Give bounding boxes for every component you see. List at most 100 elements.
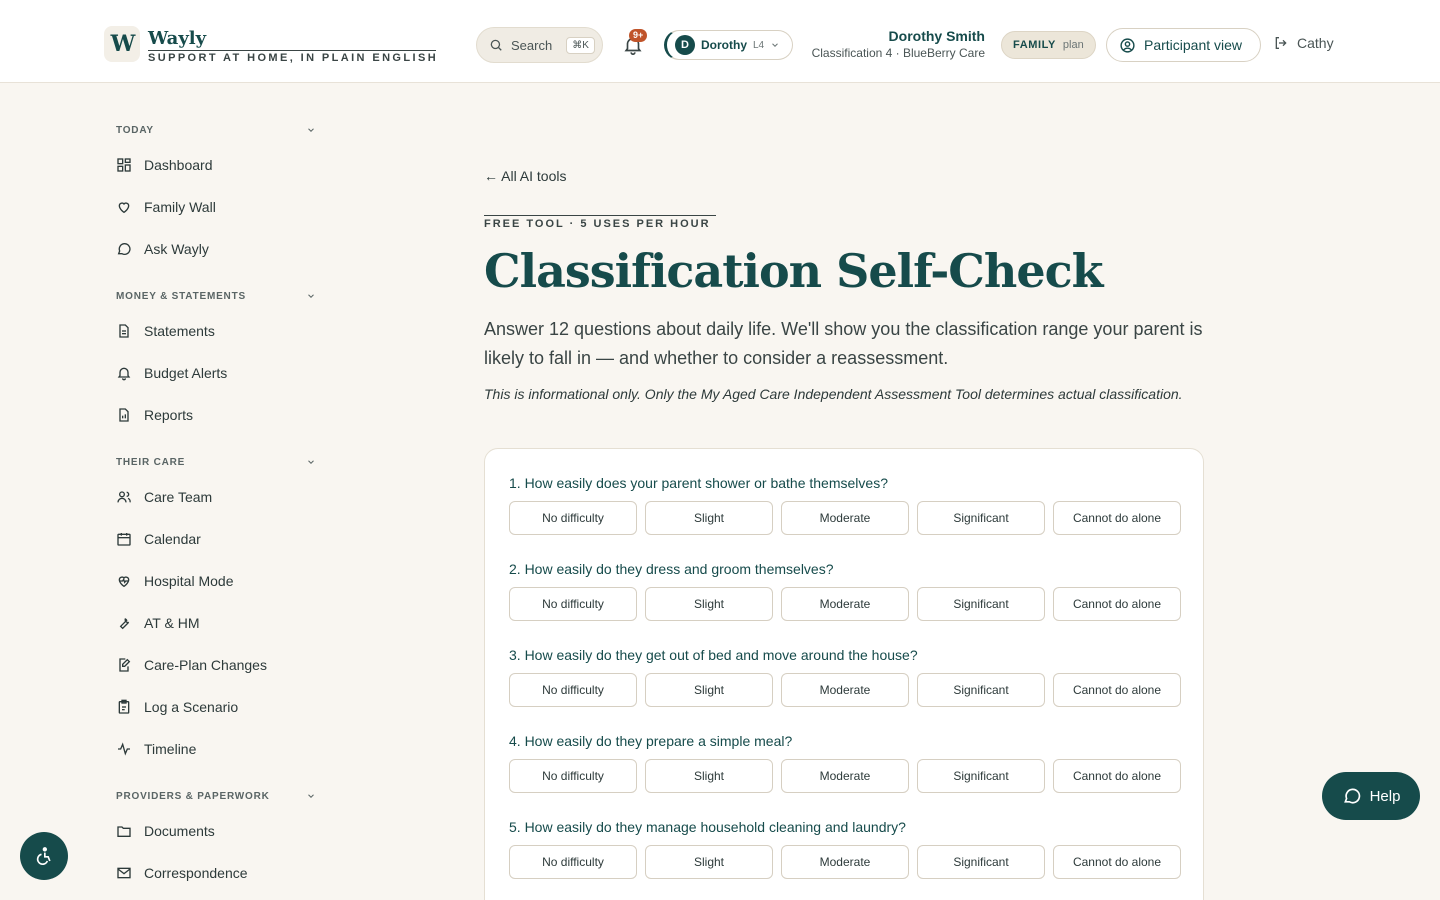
option-no-difficulty[interactable]: No difficulty <box>509 845 637 879</box>
back-to-ai-tools-link[interactable]: ← All AI tools <box>484 168 566 184</box>
sidebar-item-timeline[interactable]: Timeline <box>116 738 196 760</box>
question-text: 3. How easily do they get out of bed and… <box>509 647 918 663</box>
sidebar-item-log-scenario[interactable]: Log a Scenario <box>116 696 238 718</box>
participant-view-label: Participant view <box>1144 37 1243 53</box>
question-2: 2. How easily do they dress and groom th… <box>509 561 1181 621</box>
option-no-difficulty[interactable]: No difficulty <box>509 759 637 793</box>
question-text: 2. How easily do they dress and groom th… <box>509 561 834 577</box>
chat-bubble-icon <box>117 243 131 255</box>
heart-pulse-icon <box>118 576 130 588</box>
users-icon <box>117 491 131 503</box>
activity-icon <box>118 742 130 756</box>
answer-options: No difficulty Slight Moderate Significan… <box>509 673 1181 707</box>
sidebar-item-care-plan-changes[interactable]: Care-Plan Changes <box>116 654 267 676</box>
participant-level: L4 <box>753 39 765 51</box>
option-no-difficulty[interactable]: No difficulty <box>509 501 637 535</box>
option-significant[interactable]: Significant <box>917 587 1045 621</box>
sidebar-section-today[interactable]: TODAY <box>116 123 316 137</box>
page-title: Classification Self-Check <box>484 244 1104 298</box>
plan-family-label: FAMILY <box>1013 39 1056 51</box>
page-lead: Answer 12 questions about daily life. We… <box>484 319 1203 368</box>
sidebar-item-ask-wayly[interactable]: Ask Wayly <box>116 238 209 260</box>
question-4: 4. How easily do they prepare a simple m… <box>509 733 1181 793</box>
dashboard-icon <box>117 158 131 172</box>
option-cannot-do-alone[interactable]: Cannot do alone <box>1053 673 1181 707</box>
logout-name: Cathy <box>1297 35 1334 51</box>
disclaimer-note: This is informational only. Only the My … <box>484 386 1183 402</box>
option-cannot-do-alone[interactable]: Cannot do alone <box>1053 845 1181 879</box>
answer-options: No difficulty Slight Moderate Significan… <box>509 845 1181 879</box>
mail-icon <box>117 867 131 879</box>
search-button[interactable]: Search ⌘K <box>476 27 603 63</box>
sidebar-item-statements[interactable]: Statements <box>116 320 215 342</box>
app-name[interactable]: Wayly <box>148 28 206 49</box>
notification-badge: 9+ <box>629 29 648 42</box>
sidebar-item-family-wall[interactable]: Family Wall <box>116 196 216 218</box>
folder-icon <box>117 826 131 837</box>
question-3: 3. How easily do they get out of bed and… <box>509 647 1181 707</box>
user-classification: Classification 4 · BlueBerry Care <box>811 46 985 60</box>
option-significant[interactable]: Significant <box>917 845 1045 879</box>
option-significant[interactable]: Significant <box>917 673 1045 707</box>
answer-options: No difficulty Slight Moderate Significan… <box>509 759 1181 793</box>
help-button[interactable]: Help <box>1322 772 1420 820</box>
chevron-down-icon <box>308 128 314 132</box>
question-text: 5. How easily do they manage household c… <box>509 819 906 835</box>
chat-bubble-icon <box>1343 788 1360 804</box>
option-significant[interactable]: Significant <box>917 501 1045 535</box>
search-label: Search <box>511 37 553 53</box>
option-cannot-do-alone[interactable]: Cannot do alone <box>1053 501 1181 535</box>
avatar: D <box>675 35 695 55</box>
top-header: W Wayly SUPPORT AT HOME, IN PLAIN ENGLIS… <box>0 0 1440 83</box>
edit-document-icon <box>119 658 131 672</box>
option-slight[interactable]: Slight <box>645 501 773 535</box>
plan-badge: FAMILY plan <box>1001 31 1096 59</box>
sidebar-section-providers[interactable]: PROVIDERS & PAPERWORK <box>116 789 316 803</box>
sidebar-item-reports[interactable]: Reports <box>116 404 193 426</box>
user-info: Dorothy Smith Classification 4 · BlueBer… <box>812 28 985 60</box>
option-moderate[interactable]: Moderate <box>781 501 909 535</box>
logout-button[interactable]: Cathy <box>1273 35 1334 51</box>
participant-view-button[interactable]: Participant view <box>1106 28 1261 62</box>
bell-icon <box>117 367 131 381</box>
heart-icon <box>118 202 130 214</box>
answer-options: No difficulty Slight Moderate Significan… <box>509 501 1181 535</box>
user-name: Dorothy Smith <box>888 28 985 44</box>
sidebar-item-documents[interactable]: Documents <box>116 820 215 842</box>
logo-mark[interactable]: W <box>104 26 140 62</box>
sidebar-item-calendar[interactable]: Calendar <box>116 528 201 550</box>
search-icon <box>490 39 502 51</box>
option-cannot-do-alone[interactable]: Cannot do alone <box>1053 587 1181 621</box>
option-moderate[interactable]: Moderate <box>781 845 909 879</box>
option-no-difficulty[interactable]: No difficulty <box>509 587 637 621</box>
sidebar-section-money[interactable]: MONEY & STATEMENTS <box>116 289 316 303</box>
option-slight[interactable]: Slight <box>645 845 773 879</box>
option-moderate[interactable]: Moderate <box>781 587 909 621</box>
participant-switcher[interactable]: D Dorothy L4 <box>664 30 793 60</box>
sidebar-item-care-team[interactable]: Care Team <box>116 486 212 508</box>
chevron-down-icon <box>308 460 314 464</box>
search-shortcut: ⌘K <box>566 36 595 54</box>
sidebar-item-correspondence[interactable]: Correspondence <box>116 862 248 884</box>
option-slight[interactable]: Slight <box>645 587 773 621</box>
sidebar-section-care[interactable]: THEIR CARE <box>116 455 316 469</box>
option-slight[interactable]: Slight <box>645 673 773 707</box>
question-5: 5. How easily do they manage household c… <box>509 819 1181 879</box>
sidebar-item-hospital-mode[interactable]: Hospital Mode <box>116 570 234 592</box>
option-cannot-do-alone[interactable]: Cannot do alone <box>1053 759 1181 793</box>
option-moderate[interactable]: Moderate <box>781 759 909 793</box>
option-significant[interactable]: Significant <box>917 759 1045 793</box>
sidebar-item-at-hm[interactable]: AT & HM <box>116 612 200 634</box>
option-no-difficulty[interactable]: No difficulty <box>509 673 637 707</box>
accessibility-icon <box>36 847 51 865</box>
sidebar-item-dashboard[interactable]: Dashboard <box>116 154 213 176</box>
document-icon <box>119 324 129 338</box>
accessibility-button[interactable] <box>20 832 68 880</box>
questionnaire-card: 1. How easily does your parent shower or… <box>484 448 1204 900</box>
plan-word-label: plan <box>1062 39 1084 51</box>
chevron-down-icon <box>772 43 778 47</box>
sidebar-item-budget-alerts[interactable]: Budget Alerts <box>116 362 227 384</box>
option-slight[interactable]: Slight <box>645 759 773 793</box>
app-tagline: SUPPORT AT HOME, IN PLAIN ENGLISH <box>148 50 439 64</box>
option-moderate[interactable]: Moderate <box>781 673 909 707</box>
